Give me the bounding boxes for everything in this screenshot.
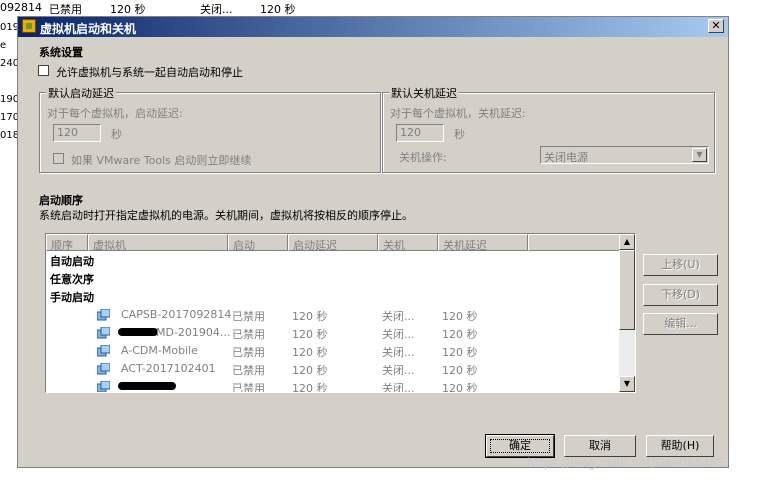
row-shutdown-delay: 120 秒	[442, 364, 478, 377]
bg-left-cell: 170	[0, 112, 18, 123]
background-row: 092814 已禁用 120 秒 关闭... 120 秒	[0, 1, 767, 16]
bg-left-cell: 018	[0, 130, 18, 141]
close-button[interactable]: ✕	[708, 19, 724, 33]
tools-continue-label[interactable]: 如果 VMware Tools 启动则立即继续	[71, 152, 251, 168]
bg-left-cell: e	[0, 40, 7, 51]
column-shutdown-delay[interactable]: 关机延迟	[438, 234, 528, 252]
row-startup: 已禁用	[232, 346, 265, 359]
move-down-button[interactable]: 下移(D)	[643, 284, 718, 306]
row-startup: 已禁用	[232, 328, 265, 341]
bg-cell: 已禁用	[49, 3, 82, 16]
redaction-mark	[118, 328, 158, 336]
row-shutdown: 关闭...	[382, 346, 415, 359]
bg-left-cell: 019	[0, 22, 18, 33]
row-vm-name: CAPSB-2017092814	[121, 308, 232, 321]
auto-start-checkbox-label[interactable]: 允许虚拟机与系统一起自动启动和停止	[56, 64, 243, 80]
system-settings-heading: 系统设置	[39, 46, 83, 59]
vm-icon	[97, 309, 110, 321]
startup-delay-unit: 秒	[111, 128, 122, 141]
row-startup: 已禁用	[232, 364, 265, 377]
table-row[interactable]: A-CDM-Mobile 已禁用 120 秒 关闭... 120 秒	[46, 342, 620, 360]
vmware-icon	[22, 19, 36, 33]
watermark: https://blog.csdn.net/Gao068465	[527, 456, 726, 470]
row-shutdown: 关闭...	[382, 364, 415, 377]
column-vm[interactable]: 虚拟机	[88, 234, 228, 252]
title-bar[interactable]: 虚拟机启动和关机 ✕	[18, 17, 728, 37]
row-vm-name: ACT-2017102401	[121, 362, 216, 375]
scroll-down-icon[interactable]: ▼	[619, 376, 635, 392]
shutdown-action-label: 关机操作:	[399, 151, 447, 164]
table-row[interactable]: MD-201904... 已禁用 120 秒 关闭... 120 秒	[46, 324, 620, 342]
vm-startup-list[interactable]: 顺序 虚拟机 启动 启动延迟 关机 关机延迟 自动启动 任意次序 手动启动 CA…	[45, 233, 636, 393]
scroll-up-icon[interactable]: ▲	[619, 234, 635, 250]
row-shutdown-delay: 120 秒	[442, 346, 478, 359]
vm-icon	[97, 363, 110, 375]
vm-icon	[97, 345, 110, 357]
tools-continue-checkbox[interactable]	[53, 153, 64, 164]
column-shutdown[interactable]: 关机	[378, 234, 438, 252]
vm-startup-shutdown-dialog: 虚拟机启动和关机 ✕ 系统设置 允许虚拟机与系统一起自动启动和停止 默认启动延迟…	[17, 16, 729, 468]
startup-delay-group-title: 默认启动延迟	[46, 85, 116, 101]
group-auto-start[interactable]: 自动启动	[50, 253, 94, 269]
help-button[interactable]: 帮助(H)	[646, 435, 714, 457]
row-shutdown: 关闭...	[382, 328, 415, 341]
edit-button[interactable]: 编辑...	[643, 313, 718, 335]
bg-cell: 092814	[0, 1, 42, 14]
row-startup-delay: 120 秒	[292, 364, 328, 377]
list-header: 顺序 虚拟机 启动 启动延迟 关机 关机延迟	[46, 234, 620, 252]
row-shutdown: 关闭...	[382, 310, 415, 323]
row-shutdown: 关闭...	[382, 382, 415, 393]
row-shutdown-delay: 120 秒	[442, 310, 478, 323]
bg-left-cell: 190	[0, 94, 18, 105]
ok-button[interactable]: 确定	[485, 434, 555, 458]
row-startup-delay: 120 秒	[292, 310, 328, 323]
row-vm-name: A-CDM-Mobile	[121, 344, 198, 357]
row-shutdown-delay: 120 秒	[442, 328, 478, 341]
shutdown-delay-input[interactable]: 120	[396, 124, 444, 142]
move-up-button[interactable]: 上移(U)	[643, 254, 718, 276]
vm-icon	[97, 381, 110, 392]
startup-order-description: 系统启动时打开指定虚拟机的电源。关机期间，虚拟机将按相反的顺序停止。	[39, 209, 413, 222]
table-row[interactable]: ACT-2017102401 已禁用 120 秒 关闭... 120 秒	[46, 360, 620, 378]
redaction-mark	[118, 382, 176, 390]
dialog-title: 虚拟机启动和关机	[40, 22, 137, 36]
group-manual-start[interactable]: 手动启动	[50, 289, 94, 305]
row-startup-delay: 120 秒	[292, 328, 328, 341]
column-startup[interactable]: 启动	[228, 234, 288, 252]
bg-cell: 120 秒	[110, 3, 146, 16]
row-vm-name: MD-201904...	[156, 326, 231, 339]
cancel-button[interactable]: 取消	[564, 435, 636, 457]
column-filler	[528, 234, 620, 251]
shutdown-delay-unit: 秒	[454, 128, 465, 141]
row-startup-delay: 120 秒	[292, 382, 328, 393]
scroll-thumb[interactable]	[619, 250, 635, 330]
shutdown-action-value: 关闭电源	[544, 151, 588, 164]
row-startup: 已禁用	[232, 310, 265, 323]
shutdown-delay-label: 对于每个虚拟机，关机延迟:	[390, 107, 526, 120]
chevron-down-icon[interactable]: ▼	[692, 148, 707, 162]
shutdown-delay-group-title: 默认关机延迟	[389, 85, 459, 101]
vm-icon	[97, 327, 110, 339]
auto-start-checkbox[interactable]	[38, 65, 49, 76]
table-row[interactable]: 已禁用 120 秒 关闭... 120 秒	[46, 378, 620, 393]
bg-cell: 关闭...	[200, 3, 233, 16]
shutdown-action-select[interactable]: 关闭电源 ▼	[540, 146, 709, 164]
startup-delay-label: 对于每个虚拟机，启动延迟:	[47, 107, 183, 120]
row-startup-delay: 120 秒	[292, 346, 328, 359]
table-row[interactable]: CAPSB-2017092814 已禁用 120 秒 关闭... 120 秒	[46, 306, 620, 324]
group-any-order[interactable]: 任意次序	[50, 271, 94, 287]
startup-order-heading: 启动顺序	[39, 194, 83, 207]
bg-cell: 120 秒	[260, 3, 296, 16]
row-startup: 已禁用	[232, 382, 265, 393]
row-shutdown-delay: 120 秒	[442, 382, 478, 393]
bg-left-cell: 240	[0, 58, 18, 69]
startup-delay-input[interactable]: 120	[53, 124, 101, 142]
list-scrollbar[interactable]: ▲ ▼	[619, 234, 635, 392]
column-order[interactable]: 顺序	[46, 234, 88, 252]
column-startup-delay[interactable]: 启动延迟	[288, 234, 378, 252]
